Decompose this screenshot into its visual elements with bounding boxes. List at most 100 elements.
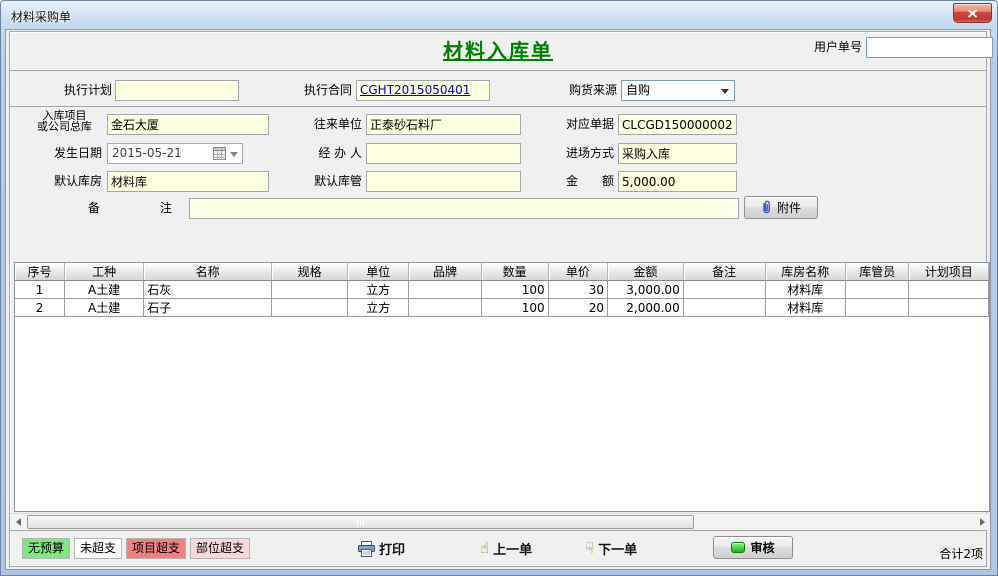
source-select[interactable]: 自购 [621, 80, 735, 101]
exec-contract-label: 执行合同 [266, 80, 352, 101]
project-input[interactable] [107, 114, 269, 135]
printer-icon [358, 541, 375, 557]
entry-method-label: 进场方式 [526, 143, 614, 164]
handler-input[interactable] [366, 143, 521, 164]
table-cell[interactable]: A土建 [65, 299, 144, 317]
table-cell[interactable] [845, 299, 909, 317]
previous-order-label: 上一单 [493, 539, 532, 558]
table-cell[interactable] [909, 281, 989, 299]
titlebar[interactable]: 材料采购单 [1, 1, 997, 29]
client-area: 材料入库单 用户单号 执行计划 执行合同 CGHT2015050401 购货来源… [5, 29, 991, 570]
status-badge: 未超支 [74, 538, 122, 559]
table-cell[interactable]: 1 [15, 281, 65, 299]
project-label: 入库项目 或公司总库 [24, 110, 105, 132]
table-cell[interactable]: 2,000.00 [608, 299, 684, 317]
entry-method-input[interactable] [618, 143, 737, 164]
table-cell[interactable] [845, 281, 909, 299]
column-header[interactable]: 金额 [608, 263, 684, 281]
audit-label: 审核 [750, 539, 774, 556]
column-header[interactable]: 库管员 [845, 263, 909, 281]
column-header[interactable]: 工种 [65, 263, 144, 281]
column-header[interactable]: 计划项目 [909, 263, 989, 281]
related-doc-label: 对应单据 [526, 114, 614, 135]
related-doc-input[interactable] [618, 114, 737, 135]
default-warehouse-input[interactable] [107, 171, 269, 192]
table-cell[interactable] [909, 299, 989, 317]
column-header[interactable]: 库房名称 [765, 263, 845, 281]
table-cell[interactable] [683, 281, 765, 299]
print-label: 打印 [379, 539, 405, 558]
column-header[interactable]: 品牌 [409, 263, 481, 281]
table-cell[interactable]: 材料库 [765, 299, 845, 317]
handler-label: 经 办 人 [276, 143, 362, 164]
exec-plan-input[interactable] [115, 80, 239, 101]
chevron-down-icon [721, 89, 729, 94]
divider [10, 70, 986, 71]
table-cell[interactable] [272, 299, 348, 317]
table-cell[interactable]: 立方 [348, 281, 409, 299]
table-cell[interactable]: A土建 [65, 281, 144, 299]
arrow-right-icon [980, 518, 985, 526]
exec-contract-field[interactable]: CGHT2015050401 [356, 80, 490, 101]
attachment-label: 附件 [777, 199, 801, 216]
chevron-down-icon [230, 152, 238, 157]
table-cell[interactable]: 100 [481, 281, 548, 299]
default-warehouse-label: 默认库房 [24, 171, 102, 192]
table-cell[interactable]: 30 [548, 281, 607, 299]
column-header[interactable]: 序号 [15, 263, 65, 281]
date-picker[interactable]: 2015-05-21 [107, 143, 243, 164]
table-cell[interactable]: 3,000.00 [608, 281, 684, 299]
table-cell[interactable]: 材料库 [765, 281, 845, 299]
table-cell[interactable]: 立方 [348, 299, 409, 317]
user-no-label: 用户单号 [706, 37, 862, 58]
table-cell[interactable]: 2 [15, 299, 65, 317]
column-header[interactable]: 单价 [548, 263, 607, 281]
remark-input[interactable] [189, 198, 739, 219]
user-no-input[interactable] [866, 37, 993, 58]
date-label: 发生日期 [24, 143, 102, 164]
close-icon [967, 9, 978, 18]
items-grid: 序号工种名称规格单位品牌数量单价金额备注库房名称库管员计划项目 1A土建石灰立方… [15, 263, 989, 317]
table-cell[interactable] [683, 299, 765, 317]
hand-up-icon: ☝ [480, 541, 489, 556]
hand-down-icon: ☟ [585, 541, 594, 556]
counterparty-input[interactable] [366, 114, 521, 135]
table-cell[interactable]: 20 [548, 299, 607, 317]
remark-label: 备 注 [88, 198, 172, 219]
scrollbar-thumb[interactable] [27, 515, 694, 529]
next-order-button[interactable]: ☟ 下一单 [585, 538, 637, 559]
column-header[interactable]: 名称 [144, 263, 272, 281]
status-badge: 无预算 [22, 538, 70, 559]
scroll-left-button[interactable] [10, 514, 26, 530]
amount-input[interactable] [618, 171, 737, 192]
table-cell[interactable]: 100 [481, 299, 548, 317]
counterparty-label: 往来单位 [276, 114, 362, 135]
status-badge: 项目超支 [126, 538, 186, 559]
scroll-right-button[interactable] [974, 514, 990, 530]
calendar-icon [213, 147, 226, 160]
column-header[interactable]: 备注 [683, 263, 765, 281]
table-cell[interactable] [409, 299, 481, 317]
table-header-row: 序号工种名称规格单位品牌数量单价金额备注库房名称库管员计划项目 [15, 263, 989, 281]
horizontal-scrollbar[interactable] [10, 513, 990, 529]
attachment-button[interactable]: 附件 [744, 196, 818, 219]
table-row[interactable]: 1A土建石灰 立方 100303,000.00 材料库 [15, 281, 989, 299]
close-button[interactable] [953, 3, 992, 23]
column-header[interactable]: 数量 [481, 263, 548, 281]
column-header[interactable]: 规格 [272, 263, 348, 281]
table-cell[interactable] [272, 281, 348, 299]
items-table: 序号工种名称规格单位品牌数量单价金额备注库房名称库管员计划项目 1A土建石灰立方… [14, 262, 990, 512]
table-row[interactable]: 2A土建石子 立方 100202,000.00 材料库 [15, 299, 989, 317]
print-button[interactable]: 打印 [358, 538, 405, 559]
table-cell[interactable]: 石灰 [144, 281, 272, 299]
divider [10, 106, 986, 107]
amount-label: 金 额 [526, 171, 614, 192]
exec-contract-link[interactable]: CGHT2015050401 [360, 83, 470, 97]
default-keeper-label: 默认库管 [276, 171, 362, 192]
previous-order-button[interactable]: ☝ 上一单 [480, 538, 532, 559]
table-cell[interactable] [409, 281, 481, 299]
default-keeper-input[interactable] [366, 171, 521, 192]
table-cell[interactable]: 石子 [144, 299, 272, 317]
audit-button[interactable]: 审核 [713, 536, 793, 559]
column-header[interactable]: 单位 [348, 263, 409, 281]
